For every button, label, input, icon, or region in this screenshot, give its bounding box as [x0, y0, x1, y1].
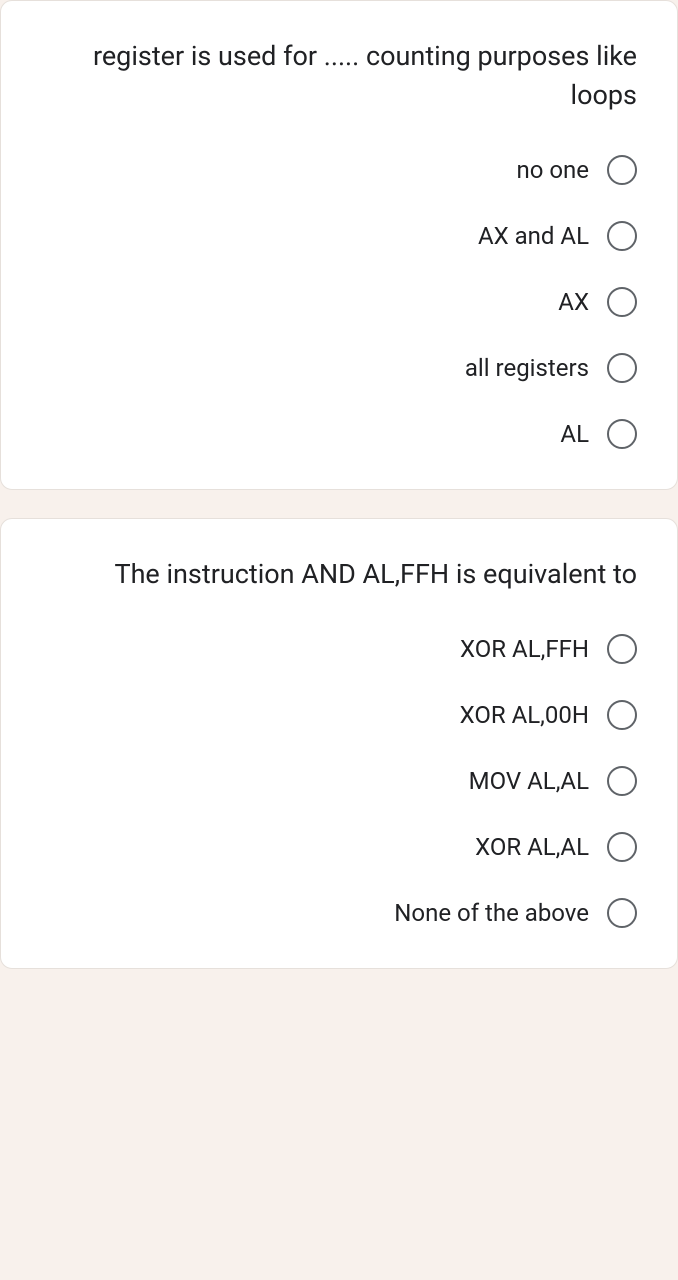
option-label: AX — [558, 288, 589, 316]
radio-icon[interactable] — [607, 634, 637, 664]
option-row[interactable]: AX and AL — [478, 221, 637, 251]
question-prompt: register is used for ..... counting purp… — [41, 37, 637, 115]
option-row[interactable]: all registers — [465, 353, 637, 383]
option-label: XOR AL,00H — [460, 701, 589, 729]
question-prompt: The instruction AND AL,FFH is equivalent… — [41, 555, 637, 594]
option-row[interactable]: None of the above — [394, 898, 637, 928]
options-container: XOR AL,FFH XOR AL,00H MOV AL,AL XOR AL,A… — [41, 634, 637, 928]
option-row[interactable]: MOV AL,AL — [469, 766, 637, 796]
radio-icon[interactable] — [607, 353, 637, 383]
option-label: XOR AL,AL — [475, 833, 589, 861]
option-label: all registers — [465, 354, 589, 382]
question-card-1: register is used for ..... counting purp… — [0, 0, 678, 490]
option-label: AL — [560, 420, 589, 448]
radio-icon[interactable] — [607, 700, 637, 730]
option-row[interactable]: XOR AL,FFH — [460, 634, 637, 664]
option-label: XOR AL,FFH — [460, 635, 589, 663]
option-label: AX and AL — [478, 222, 589, 250]
option-label: None of the above — [394, 899, 589, 927]
option-row[interactable]: AL — [560, 419, 637, 449]
option-row[interactable]: XOR AL,00H — [460, 700, 637, 730]
option-label: no one — [516, 156, 589, 184]
option-row[interactable]: XOR AL,AL — [475, 832, 637, 862]
radio-icon[interactable] — [607, 898, 637, 928]
radio-icon[interactable] — [607, 832, 637, 862]
radio-icon[interactable] — [607, 155, 637, 185]
radio-icon[interactable] — [607, 419, 637, 449]
question-card-2: The instruction AND AL,FFH is equivalent… — [0, 518, 678, 969]
option-row[interactable]: no one — [516, 155, 637, 185]
option-label: MOV AL,AL — [469, 767, 589, 795]
radio-icon[interactable] — [607, 766, 637, 796]
options-container: no one AX and AL AX all registers AL — [41, 155, 637, 449]
radio-icon[interactable] — [607, 221, 637, 251]
radio-icon[interactable] — [607, 287, 637, 317]
option-row[interactable]: AX — [558, 287, 637, 317]
